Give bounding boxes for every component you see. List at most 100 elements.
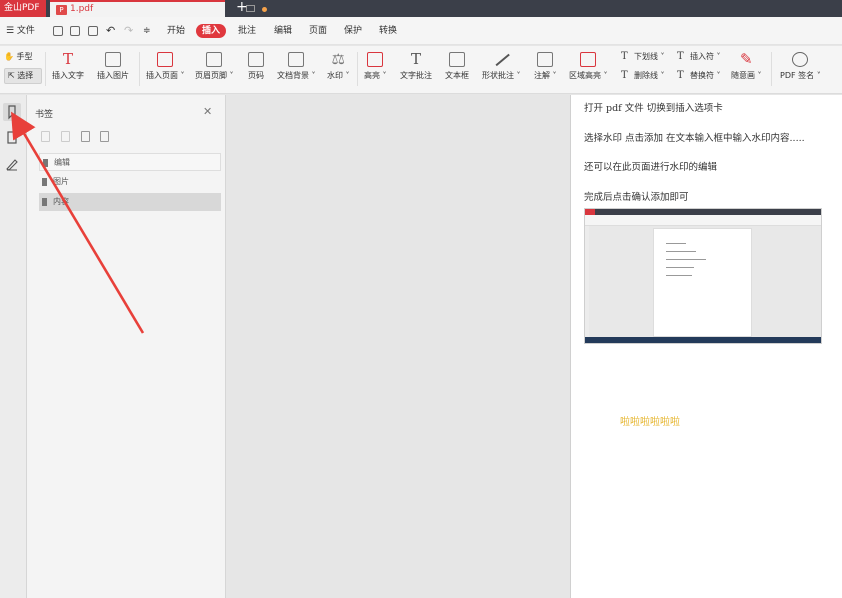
insert-page-icon	[157, 52, 174, 67]
dropdown-icon: ˅	[345, 71, 350, 80]
tab-start[interactable]: 开始	[167, 17, 185, 45]
pdf-sign-text: PDF 签名	[780, 71, 815, 80]
new-tab-button[interactable]: +	[236, 0, 248, 16]
doc-background-button[interactable]: 文档背景 ˅	[277, 50, 316, 81]
watermark-text[interactable]: 啦啦啦啦啦啦	[620, 413, 680, 428]
text-comment-label: 文字批注	[400, 71, 432, 80]
pdf-sign-button[interactable]: PDF 签名 ˅	[780, 50, 821, 81]
highlight-button[interactable]: 高亮 ˅	[364, 50, 387, 81]
strikethrough-icon: T	[621, 70, 628, 81]
watermark-icon: ⚖	[331, 50, 345, 68]
doc-background-icon	[288, 52, 305, 67]
print-icon[interactable]	[88, 26, 98, 36]
insert-text-icon: T	[62, 50, 73, 68]
insert-page-button[interactable]: 插入页面 ˅	[146, 50, 185, 81]
file-tab-label: 1.pdf	[70, 4, 94, 14]
underline-icon: T	[621, 51, 628, 62]
tab-page[interactable]: 页面	[309, 17, 327, 45]
strikethrough-label: 删除线	[634, 71, 658, 80]
bookmark-item[interactable]: 编辑	[39, 153, 221, 171]
highlight-text: 高亮	[364, 71, 380, 80]
ribbon-divider	[357, 52, 358, 86]
tab-protect[interactable]: 保护	[344, 17, 362, 45]
area-highlight-button[interactable]: 区域高亮 ˅	[569, 50, 608, 81]
title-bar: 金山PDF P 1.pdf +	[0, 0, 842, 17]
text-comment-button[interactable]: T 文字批注	[400, 50, 432, 81]
area-highlight-text: 区域高亮	[569, 71, 601, 80]
watermark-text: 水印	[327, 71, 343, 80]
dropdown-icon: ˅	[229, 71, 234, 80]
document-viewport[interactable]: 打开 pdf 文件 切换到插入选项卡 选择水印 点击添加 在文本输入框中输入水印…	[227, 95, 842, 598]
freehand-button[interactable]: ✎ 随意画 ˅	[731, 50, 762, 81]
screenshot-sidebar	[585, 226, 589, 337]
insert-caret-button[interactable]: T 插入符 ˅	[677, 51, 721, 62]
dropdown-icon: ˅	[516, 71, 521, 80]
dropdown-icon: ˅	[552, 71, 557, 80]
bookmark-panel: 书签 ✕ 编辑 图片 内容	[27, 95, 226, 598]
tab-edit[interactable]: 编辑	[274, 17, 292, 45]
dropdown-icon: ˅	[716, 52, 721, 61]
signature-panel-button[interactable]	[3, 155, 21, 173]
dropdown-icon: ˅	[716, 71, 721, 80]
quick-access-dropdown-icon[interactable]: ≑	[143, 17, 151, 45]
file-tab[interactable]: P 1.pdf	[50, 0, 267, 17]
close-icon[interactable]: ✕	[203, 105, 212, 118]
page-number-button[interactable]: 页码	[248, 50, 264, 81]
delete-bookmark-icon[interactable]	[100, 131, 109, 142]
replace-caret-button[interactable]: T 替换符 ˅	[677, 70, 721, 81]
select-tool-label: 选择	[17, 71, 34, 80]
bookmark-item-selected[interactable]: 内容	[39, 193, 221, 211]
thumbnail-panel-button[interactable]	[3, 129, 21, 147]
textbox-button[interactable]: 文本框	[445, 50, 469, 81]
expand-all-icon[interactable]	[41, 131, 50, 142]
select-tool[interactable]: ⇱ 选择	[4, 68, 42, 84]
shape-comment-label: 形状批注 ˅	[482, 70, 521, 81]
redo-icon[interactable]: ↷	[124, 17, 133, 45]
cursor-icon: ⇱	[8, 71, 15, 80]
undo-icon[interactable]: ↶	[106, 17, 115, 45]
app-tab[interactable]: 金山PDF	[0, 0, 46, 17]
shape-comment-button[interactable]: 形状批注 ˅	[482, 50, 521, 81]
note-icon	[537, 52, 554, 67]
underline-button[interactable]: T 下划线 ˅	[621, 51, 665, 62]
ribbon-divider	[771, 52, 772, 86]
bookmark-panel-button[interactable]	[3, 103, 21, 121]
replace-caret-icon: T	[677, 70, 684, 81]
strikethrough-button[interactable]: T 删除线 ˅	[621, 70, 665, 81]
shape-comment-text: 形状批注	[482, 71, 514, 80]
save-icon[interactable]	[70, 26, 80, 36]
hand-tool[interactable]: ✋ 手型	[4, 51, 33, 62]
thumbnail-icon	[7, 131, 17, 144]
pen-icon: ✎	[739, 50, 753, 68]
header-footer-button[interactable]: 页眉页脚 ˅	[195, 50, 234, 81]
area-highlight-icon	[580, 52, 597, 67]
image-icon	[105, 52, 121, 67]
tab-convert[interactable]: 转换	[379, 17, 397, 45]
dropdown-icon: ˅	[180, 71, 185, 80]
pdf-page[interactable]: 打开 pdf 文件 切换到插入选项卡 选择水印 点击添加 在文本输入框中输入水印…	[570, 95, 842, 598]
hand-icon: ✋	[4, 52, 14, 61]
collapse-all-icon[interactable]	[61, 131, 70, 142]
insert-text-button[interactable]: T 插入文字	[52, 50, 84, 81]
screenshot-taskbar	[585, 337, 821, 343]
freehand-label: 随意画 ˅	[731, 70, 762, 81]
embedded-screenshot-image	[584, 208, 822, 344]
dropdown-icon: ˅	[816, 71, 821, 80]
tab-insert[interactable]: 插入	[196, 24, 227, 38]
note-text: 注解	[534, 71, 550, 80]
file-menu[interactable]: ☰ 文件	[6, 17, 35, 45]
page-text-line: 选择水印 点击添加 在文本输入框中输入水印内容.....	[584, 133, 805, 144]
add-bookmark-icon[interactable]	[81, 131, 90, 142]
screenshot-ribbon	[585, 215, 821, 226]
bookmark-icon	[8, 105, 16, 120]
note-button[interactable]: 注解 ˅	[534, 50, 557, 81]
header-footer-text: 页眉页脚	[195, 71, 227, 80]
insert-image-button[interactable]: 插入图片	[97, 50, 129, 81]
open-icon[interactable]	[53, 26, 63, 36]
watermark-button[interactable]: ⚖ 水印 ˅	[327, 50, 350, 81]
doc-background-text: 文档背景	[277, 71, 309, 80]
note-label: 注解 ˅	[534, 70, 557, 81]
dropdown-icon: ˅	[660, 71, 665, 80]
bookmark-item[interactable]: 图片	[39, 173, 221, 191]
tab-annotate[interactable]: 批注	[238, 17, 256, 45]
